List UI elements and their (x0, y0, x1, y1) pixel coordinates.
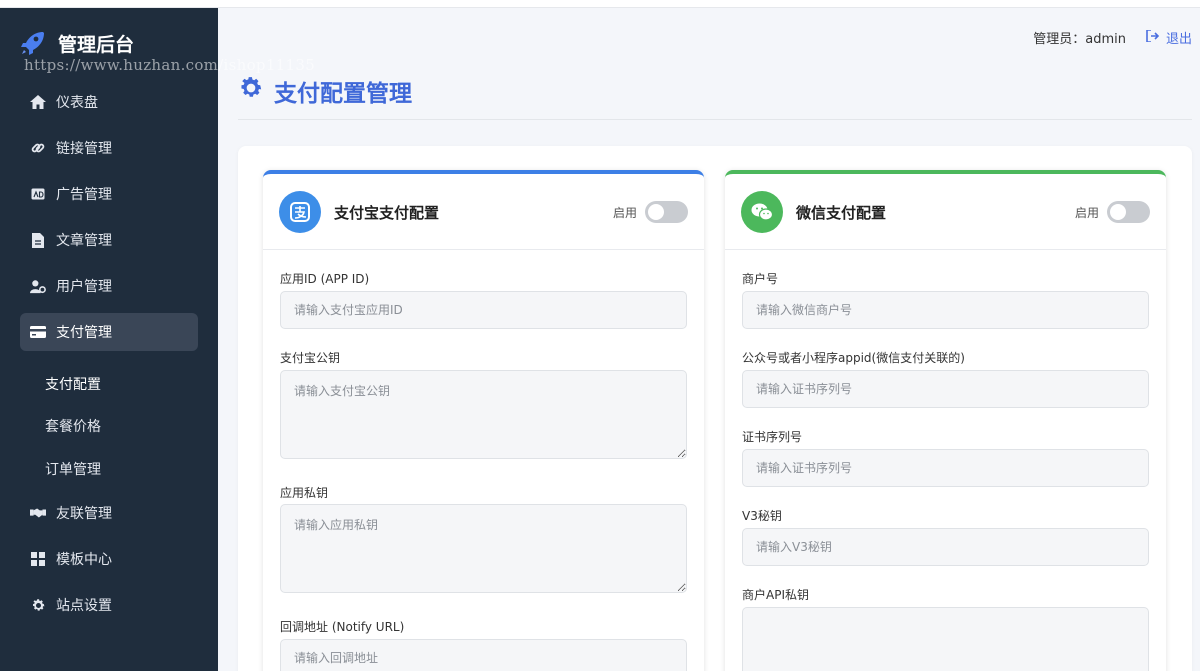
wechat-apikey-label: 商户API私钥 (742, 588, 809, 602)
top-strip (0, 0, 1200, 8)
sidebar-item-site-settings[interactable]: 站点设置 (20, 586, 198, 624)
alipay-config-panel: 支付宝支付配置 启用 应用ID (APP ID) 支付宝公钥 应用私钥 回调地址… (263, 170, 704, 671)
file-icon (30, 232, 46, 248)
gear-icon (30, 597, 46, 613)
wechat-enable-label: 启用 (1074, 205, 1099, 220)
page-title: 支付配置管理 (238, 74, 412, 108)
logout-label: 退出 (1165, 32, 1192, 47)
alipay-appid-label: 应用ID (APP ID) (280, 272, 370, 286)
sidebar-item-label: 模板中心 (56, 552, 112, 568)
ad-icon (30, 186, 46, 202)
link-icon (30, 140, 46, 156)
user-gear-icon (30, 278, 46, 294)
sidebar-item-users[interactable]: 用户管理 (20, 267, 198, 305)
watermark-text: https://www.huzhan.com/ishop11135 (24, 56, 316, 74)
sidebar-item-dashboard[interactable]: 仪表盘 (20, 83, 198, 121)
sign-out-icon (1146, 28, 1160, 46)
gear-icon (238, 75, 264, 107)
sidebar-item-ads[interactable]: 广告管理 (20, 175, 198, 213)
page-title-text: 支付配置管理 (274, 81, 412, 107)
sidebar-item-label: 文章管理 (56, 233, 112, 249)
sidebar-item-templates[interactable]: 模板中心 (20, 540, 198, 578)
wechat-v3key-input[interactable] (742, 528, 1149, 566)
sidebar-item-payment[interactable]: 支付管理 (20, 313, 198, 351)
rocket-icon (18, 28, 48, 58)
alipay-enable-label: 启用 (612, 205, 637, 220)
admin-label: 管理员：admin (1033, 32, 1126, 47)
sidebar-subitem-payment-config[interactable]: 支付配置 (45, 369, 101, 399)
wechat-appid-label: 公众号或者小程序appid(微信支付关联的) (742, 351, 965, 365)
wechat-enable-control: 启用 (1075, 201, 1150, 223)
alipay-panel-header: 支付宝支付配置 启用 (263, 174, 704, 250)
sidebar-item-label: 仪表盘 (56, 95, 98, 111)
sidebar-item-articles[interactable]: 文章管理 (20, 221, 198, 259)
sidebar-item-label: 用户管理 (56, 279, 112, 295)
sidebar-item-label: 广告管理 (56, 187, 112, 203)
wechat-serial-input[interactable] (742, 449, 1149, 487)
credit-card-icon (30, 324, 46, 340)
wechat-mchid-label: 商户号 (742, 272, 779, 286)
alipay-enable-control: 启用 (613, 201, 688, 223)
logout-button[interactable]: 退出 (1146, 28, 1192, 47)
brand[interactable]: 管理后台 (18, 28, 134, 58)
alipay-icon (279, 191, 321, 233)
alipay-privkey-textarea[interactable] (280, 504, 687, 593)
wechat-panel-title: 微信支付配置 (796, 204, 887, 222)
sidebar-item-friend-links[interactable]: 友联管理 (20, 494, 198, 532)
home-icon (30, 94, 46, 110)
sidebar-subitem-package-price[interactable]: 套餐价格 (45, 411, 101, 441)
wechat-icon (741, 191, 783, 233)
sidebar-item-label: 友联管理 (56, 506, 112, 522)
wechat-config-panel: 微信支付配置 启用 商户号 公众号或者小程序appid(微信支付关联的) 证书序… (725, 170, 1166, 671)
sidebar-subitem-orders[interactable]: 订单管理 (45, 454, 101, 484)
alipay-enable-toggle[interactable] (645, 201, 688, 223)
alipay-notify-input[interactable] (280, 639, 687, 671)
wechat-apikey-textarea[interactable] (742, 607, 1149, 671)
app-title: 管理后台 (58, 33, 135, 56)
alipay-appid-input[interactable] (280, 291, 687, 329)
wechat-appid-input[interactable] (742, 370, 1149, 408)
wechat-mchid-input[interactable] (742, 291, 1149, 329)
sidebar-item-label: 支付管理 (56, 325, 112, 341)
title-divider (238, 119, 1192, 120)
sidebar: 管理后台 https://www.huzhan.com/ishop11135 仪… (0, 8, 315, 671)
alipay-pubkey-textarea[interactable] (280, 370, 687, 459)
sidebar-item-label: 站点设置 (56, 598, 112, 614)
wechat-enable-toggle[interactable] (1107, 201, 1150, 223)
sidebar-item-links[interactable]: 链接管理 (20, 129, 198, 167)
grid-icon (30, 551, 46, 567)
wechat-serial-label: 证书序列号 (742, 430, 803, 444)
alipay-notify-label: 回调地址 (Notify URL) (280, 620, 405, 634)
alipay-privkey-label: 应用私钥 (280, 486, 329, 500)
alipay-panel-title: 支付宝支付配置 (334, 204, 440, 222)
sidebar-item-label: 链接管理 (56, 141, 112, 157)
alipay-pubkey-label: 支付宝公钥 (280, 351, 341, 365)
header-user-area: 管理员：admin 退出 (1033, 28, 1192, 47)
wechat-panel-header: 微信支付配置 启用 (725, 174, 1166, 250)
wechat-v3key-label: V3秘钥 (742, 509, 782, 523)
handshake-icon (30, 505, 46, 521)
